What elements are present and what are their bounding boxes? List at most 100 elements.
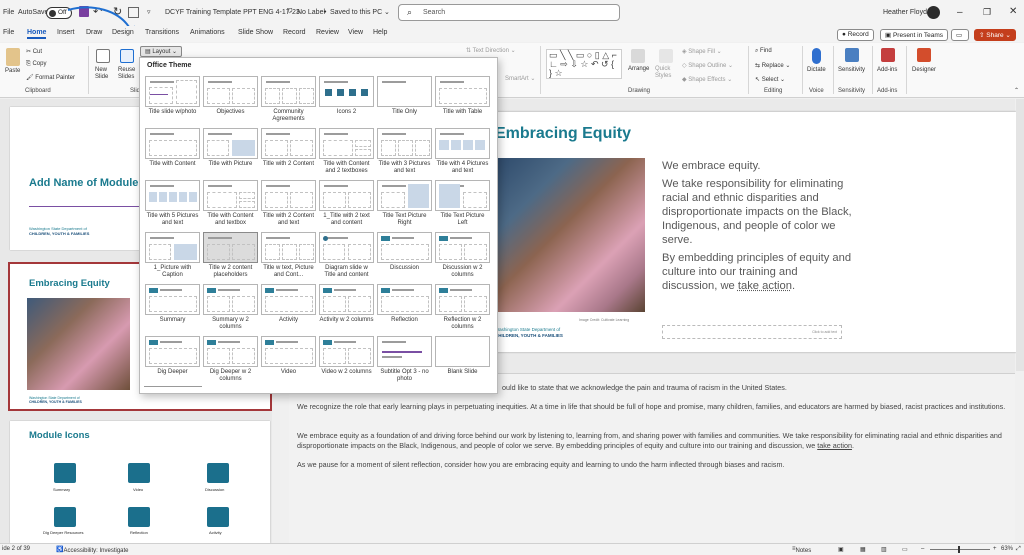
paste-icon[interactable]: [6, 48, 20, 66]
layout-option[interactable]: Summary w 2 columns: [203, 284, 258, 331]
layout-option[interactable]: Icons 2: [319, 76, 374, 116]
reuse-slides-button[interactable]: Reuse Slides: [118, 67, 140, 81]
layout-option[interactable]: Discussion w 2 columns: [435, 232, 490, 279]
tab-animations[interactable]: Animations: [190, 29, 225, 36]
restore-icon[interactable]: ❐: [983, 7, 991, 18]
addins-icon[interactable]: [881, 48, 895, 62]
designer-icon[interactable]: [917, 48, 931, 62]
search-box[interactable]: ⌕ Search: [398, 4, 620, 21]
slide-body[interactable]: We embrace equity. We take responsibilit…: [662, 159, 852, 293]
smartart-button[interactable]: SmartArt ⌄: [505, 75, 535, 82]
layout-option[interactable]: Title with 2 Content: [261, 128, 316, 168]
layout-option[interactable]: Title with Content: [145, 128, 200, 168]
notes-pane[interactable]: ould like to state that we acknowledge t…: [289, 373, 1015, 543]
collapse-ribbon-icon[interactable]: ⌃: [1014, 87, 1019, 94]
layout-option[interactable]: Title with 3 Pictures and text: [377, 128, 432, 175]
tab-record[interactable]: Record: [283, 29, 306, 36]
shape-fill-button[interactable]: ◈ Shape Fill ⌄: [682, 48, 722, 55]
file-tab-partial[interactable]: File: [3, 9, 14, 16]
zoom-in-icon[interactable]: +: [993, 546, 997, 552]
layout-option[interactable]: Title with 4 Pictures and text: [435, 128, 490, 175]
layout-option[interactable]: 1_Picture with Caption: [145, 232, 200, 279]
slide-title[interactable]: Embracing Equity: [495, 125, 631, 143]
layout-option[interactable]: Video w 2 columns: [319, 336, 374, 376]
share-button[interactable]: ⇧ Share ⌄: [974, 29, 1016, 41]
layout-option[interactable]: Activity w 2 columns: [319, 284, 374, 324]
customize-qat-icon[interactable]: ▿: [147, 8, 151, 16]
tab-draw[interactable]: Draw: [86, 29, 102, 36]
tab-design[interactable]: Design: [112, 29, 134, 36]
layout-option[interactable]: Title with Picture: [203, 128, 258, 168]
tab-home[interactable]: Home: [27, 29, 47, 39]
format-painter-button[interactable]: 🖌 Format Painter: [26, 74, 75, 81]
tab-review[interactable]: Review: [316, 29, 339, 36]
arrange-icon[interactable]: [631, 49, 645, 63]
layout-option[interactable]: Diagram slide w Title and content: [319, 232, 374, 279]
save-status[interactable]: Saved to this PC: [330, 9, 382, 16]
tab-transitions[interactable]: Transitions: [145, 29, 179, 36]
cut-button[interactable]: ✂ Cut: [26, 48, 42, 55]
layout-option[interactable]: 1_Title with 2 text and content: [319, 180, 374, 227]
new-slide-button[interactable]: New Slide: [95, 67, 115, 81]
layout-option[interactable]: Objectives: [203, 76, 258, 116]
tab-insert[interactable]: Insert: [57, 29, 75, 36]
layout-option[interactable]: Video: [261, 336, 316, 376]
layout-option[interactable]: Title with 5 Pictures and text: [145, 180, 200, 227]
select-button[interactable]: ↖ Select ⌄: [755, 76, 785, 83]
microphone-icon[interactable]: [812, 48, 821, 64]
slideshow-icon[interactable]: ▭: [902, 546, 908, 553]
tab-view[interactable]: View: [348, 29, 363, 36]
layout-option[interactable]: Dig Deeper w 2 columns: [203, 336, 258, 383]
layout-option[interactable]: Reflection w 2 columns: [435, 284, 490, 331]
normal-view-icon[interactable]: ▣: [838, 546, 844, 553]
slide-sorter-icon[interactable]: ▦: [860, 546, 866, 553]
record-button[interactable]: ● Record: [837, 29, 874, 41]
layout-option[interactable]: Title with Content and textbox: [203, 180, 258, 227]
layout-option[interactable]: Title Text Picture Left: [435, 180, 490, 227]
layout-option[interactable]: Summary: [145, 284, 200, 324]
tab-slide-show[interactable]: Slide Show: [238, 29, 273, 36]
layout-option[interactable]: Title w text, Picture and Cont...: [261, 232, 316, 279]
tab-help[interactable]: Help: [373, 29, 387, 36]
layout-option[interactable]: Title with Content and 2 textboxes: [319, 128, 374, 175]
layout-button[interactable]: ▤ Layout ⌄: [140, 46, 183, 57]
sensitivity-button[interactable]: Sensitivity: [838, 67, 865, 73]
layout-option[interactable]: Discussion: [377, 232, 432, 272]
layout-option[interactable]: Title slide w/photo: [145, 76, 200, 116]
zoom-level[interactable]: 63%: [1001, 546, 1013, 552]
text-placeholder[interactable]: Click to add text: [662, 325, 842, 339]
arrange-button[interactable]: Arrange: [628, 66, 649, 72]
text-direction-button[interactable]: ⇅ Text Direction ⌄: [466, 47, 516, 54]
quick-styles-icon[interactable]: [659, 49, 673, 63]
reading-view-icon[interactable]: ▥: [881, 546, 887, 553]
notes-button[interactable]: ≡ Notes: [792, 546, 811, 554]
zoom-out-icon[interactable]: –: [921, 546, 924, 552]
accessibility-status[interactable]: ♿ Accessibility: Investigate: [56, 546, 129, 554]
shape-outline-button[interactable]: ◇ Shape Outline ⌄: [682, 62, 733, 69]
new-slide-icon[interactable]: [96, 49, 110, 63]
layout-option[interactable]: Title w 2 content placeholders: [203, 232, 258, 279]
layout-option[interactable]: Reflection: [377, 284, 432, 324]
addins-button[interactable]: Add-ins: [877, 67, 897, 73]
fit-to-window-icon[interactable]: ⤢: [1016, 546, 1021, 553]
minimize-icon[interactable]: –: [957, 7, 963, 18]
tab-file[interactable]: File: [3, 29, 14, 36]
layout-option[interactable]: Blank Slide: [435, 336, 490, 376]
designer-button[interactable]: Designer: [912, 67, 936, 73]
slide-thumbnail-3[interactable]: Module Icons Summary Video Discussion Di…: [10, 421, 270, 543]
user-name[interactable]: Heather Floyd: [883, 9, 927, 16]
slide-photo[interactable]: [495, 158, 645, 312]
layout-option[interactable]: Subtitle Opt 3 - no photo: [377, 336, 432, 383]
zoom-slider[interactable]: [930, 549, 990, 550]
copy-button[interactable]: ⎘ Copy: [26, 61, 46, 68]
layout-option[interactable]: Title with 2 Content and text: [261, 180, 316, 227]
layout-option[interactable]: Title Text Picture Right: [377, 180, 432, 227]
layout-option[interactable]: Activity: [261, 284, 316, 324]
editor-scrollbar[interactable]: [1016, 99, 1024, 371]
layout-option[interactable]: Community Agreements: [261, 76, 316, 123]
dictate-button[interactable]: Dictate: [807, 67, 826, 73]
comments-icon[interactable]: ▭: [951, 29, 969, 41]
chevron-down-icon[interactable]: ⌄: [384, 8, 390, 16]
avatar[interactable]: [927, 6, 940, 19]
shape-effects-button[interactable]: ◆ Shape Effects ⌄: [682, 76, 732, 83]
